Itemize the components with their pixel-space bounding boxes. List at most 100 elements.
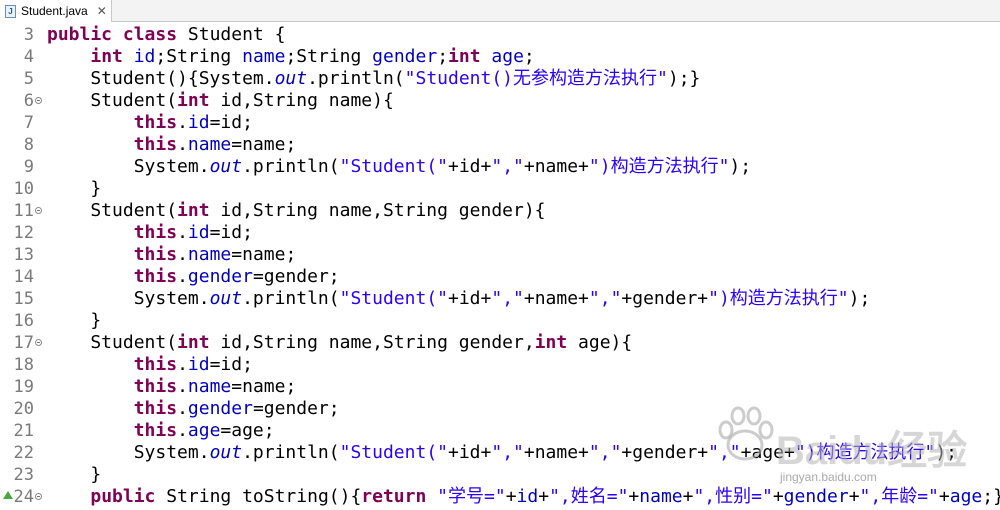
editor-tab-bar: J Student.java ✕	[0, 0, 1000, 22]
line-number: 3	[23, 25, 34, 45]
code-text: Student(){System.out.println("Student()无…	[47, 68, 700, 90]
code-token: +	[628, 486, 640, 507]
close-icon[interactable]: ✕	[97, 4, 107, 18]
line-number: 7	[23, 113, 34, 133]
code-text: this.id=id;	[47, 222, 253, 244]
code-token: "学号="	[437, 486, 506, 507]
line-number: 13	[13, 245, 34, 265]
code-token: "Student("	[339, 156, 448, 177]
code-line[interactable]: 22 System.out.println("Student("+id+","+…	[0, 442, 1000, 464]
code-line[interactable]: 17 Student(int id,String name,String gen…	[0, 332, 1000, 354]
code-token: id,String name,String gender){	[209, 200, 546, 221]
code-editor[interactable]: 3 public class Student {4 int id;String n…	[0, 22, 1000, 510]
code-line[interactable]: 14 this.gender=gender;	[0, 266, 1000, 288]
code-line[interactable]: 12 this.id=id;	[0, 222, 1000, 244]
code-token: id	[516, 486, 539, 507]
code-token: gender	[187, 398, 253, 419]
code-token: name	[187, 244, 232, 265]
line-number: 18	[13, 355, 34, 375]
code-token: public	[90, 486, 156, 507]
code-token: int	[534, 332, 568, 353]
line-number: 10	[13, 179, 34, 199]
code-token: this	[133, 112, 178, 133]
code-token: gender	[372, 46, 438, 67]
code-token: gender	[187, 266, 253, 287]
code-line[interactable]: 4 int id;String name;String gender;int a…	[0, 46, 1000, 68]
code-text: Student(int id,String name,String gender…	[47, 200, 546, 222]
code-line[interactable]: 11 Student(int id,String name,String gen…	[0, 200, 1000, 222]
code-text: this.gender=gender;	[47, 398, 340, 420]
code-line[interactable]: 20 this.gender=gender;	[0, 398, 1000, 420]
tab-student-java[interactable]: J Student.java ✕	[0, 0, 112, 22]
code-line[interactable]: 5 Student(){System.out.println("Student(…	[0, 68, 1000, 90]
code-token: String toString(){	[155, 486, 362, 507]
code-token: ",年龄="	[859, 486, 939, 507]
code-line[interactable]: 21 this.age=age;	[0, 420, 1000, 442]
code-token: ")构造方法执行"	[708, 288, 849, 309]
code-token: this	[133, 398, 178, 419]
code-token: int	[177, 90, 210, 111]
code-token: =age;	[220, 420, 275, 441]
code-text: this.name=name;	[47, 134, 297, 156]
code-token: Student(	[47, 332, 178, 353]
code-token: }	[47, 310, 102, 331]
code-token: );	[935, 442, 958, 463]
line-number: 11	[13, 201, 34, 221]
code-token: System.	[47, 288, 210, 309]
code-token: Student(){System.	[47, 68, 275, 89]
code-token: +	[505, 486, 517, 507]
code-line[interactable]: 23 }	[0, 464, 1000, 486]
code-token: name	[639, 486, 683, 507]
code-token: age){	[567, 332, 633, 353]
code-line[interactable]: 3 public class Student {	[0, 24, 1000, 46]
line-number: 22	[13, 443, 34, 463]
code-line[interactable]: 24 public String toString(){return "学号="…	[0, 486, 1000, 508]
code-token: out	[209, 288, 243, 309]
code-token: .	[177, 222, 188, 243]
line-number: 21	[13, 421, 34, 441]
code-line[interactable]: 18 this.id=id;	[0, 354, 1000, 376]
code-token: this	[133, 376, 178, 397]
code-line[interactable]: 6 Student(int id,String name){	[0, 90, 1000, 112]
code-line[interactable]: 10 }	[0, 178, 1000, 200]
code-token: +	[682, 486, 694, 507]
code-text: }	[47, 464, 101, 486]
code-token: this	[133, 222, 178, 243]
code-line[interactable]: 7 this.id=id;	[0, 112, 1000, 134]
fold-toggle-icon[interactable]	[35, 97, 42, 104]
code-token: ;	[523, 46, 535, 67]
code-token: name	[242, 46, 286, 67]
fold-toggle-icon[interactable]	[35, 493, 42, 500]
code-token: this	[133, 420, 178, 441]
code-token: int	[177, 332, 210, 353]
code-line[interactable]: 19 this.name=name;	[0, 376, 1000, 398]
code-token: age	[491, 46, 524, 67]
code-token: +	[772, 486, 784, 507]
fold-toggle-icon[interactable]	[35, 207, 42, 214]
code-token: id	[187, 354, 210, 375]
code-token: id	[187, 222, 210, 243]
code-token: ")构造方法执行"	[588, 156, 730, 177]
code-token: System.	[47, 156, 210, 177]
code-line[interactable]: 9 System.out.println("Student("+id+","+n…	[0, 156, 1000, 178]
code-line[interactable]: 8 this.name=name;	[0, 134, 1000, 156]
code-token: age	[187, 420, 221, 441]
code-token: =id;	[209, 222, 253, 243]
line-number: 24	[13, 487, 34, 507]
code-line[interactable]: 15 System.out.println("Student("+id+","+…	[0, 288, 1000, 310]
code-line[interactable]: 13 this.name=name;	[0, 244, 1000, 266]
fold-toggle-icon[interactable]	[35, 339, 42, 346]
code-token: int	[177, 200, 210, 221]
code-token: =name;	[231, 376, 297, 397]
code-line[interactable]: 16 }	[0, 310, 1000, 332]
code-token: +name+	[523, 288, 589, 309]
